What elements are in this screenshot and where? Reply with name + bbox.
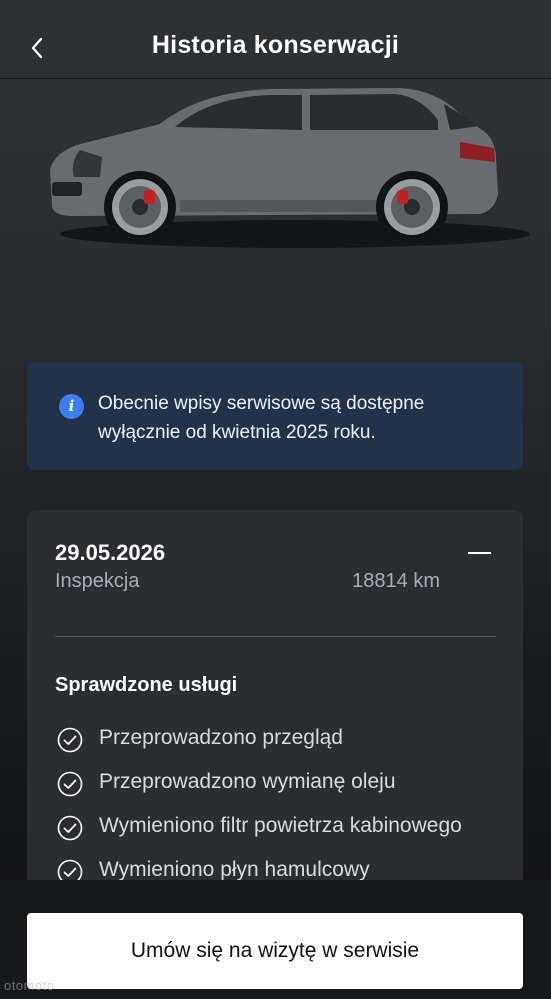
service-type: Inspekcja xyxy=(55,570,140,592)
book-service-button[interactable]: Umów się na wizytę w serwisie xyxy=(27,913,523,989)
divider xyxy=(55,636,496,637)
service-entry-card: 29.05.2026 Inspekcja 18814 km Sprawdzone… xyxy=(27,510,523,910)
collapse-minus-icon[interactable] xyxy=(468,552,491,554)
info-icon: i xyxy=(59,394,84,419)
service-item: Przeprowadzono wymianę oleju xyxy=(55,768,515,798)
page-title: Historia konserwacji xyxy=(151,31,400,59)
header-bar: Historia konserwacji xyxy=(0,0,551,79)
services-heading: Sprawdzone usługi xyxy=(55,674,238,696)
service-item-label: Wymieniono filtr powietrza kabinowego xyxy=(99,814,462,837)
info-banner-text: Obecnie wpisy serwisowe są dostępne wyłą… xyxy=(98,393,425,443)
service-item: Przeprowadzono przegląd xyxy=(55,724,515,754)
check-circle-icon xyxy=(57,815,83,841)
vehicle-image xyxy=(50,88,530,248)
info-banner: i Obecnie wpisy serwisowe są dostępne wy… xyxy=(27,362,523,470)
watermark: otomoto xyxy=(4,978,55,993)
service-item: Wymieniono filtr powietrza kabinowego xyxy=(55,812,515,842)
service-item-label: Przeprowadzono przegląd xyxy=(99,726,343,749)
service-item-label: Wymieniono płyn hamulcowy xyxy=(99,858,370,881)
service-mileage: 18814 km xyxy=(352,570,440,592)
service-date: 29.05.2026 xyxy=(55,540,166,565)
check-circle-icon xyxy=(57,727,83,753)
service-item-label: Przeprowadzono wymianę oleju xyxy=(99,770,396,793)
check-circle-icon xyxy=(57,771,83,797)
